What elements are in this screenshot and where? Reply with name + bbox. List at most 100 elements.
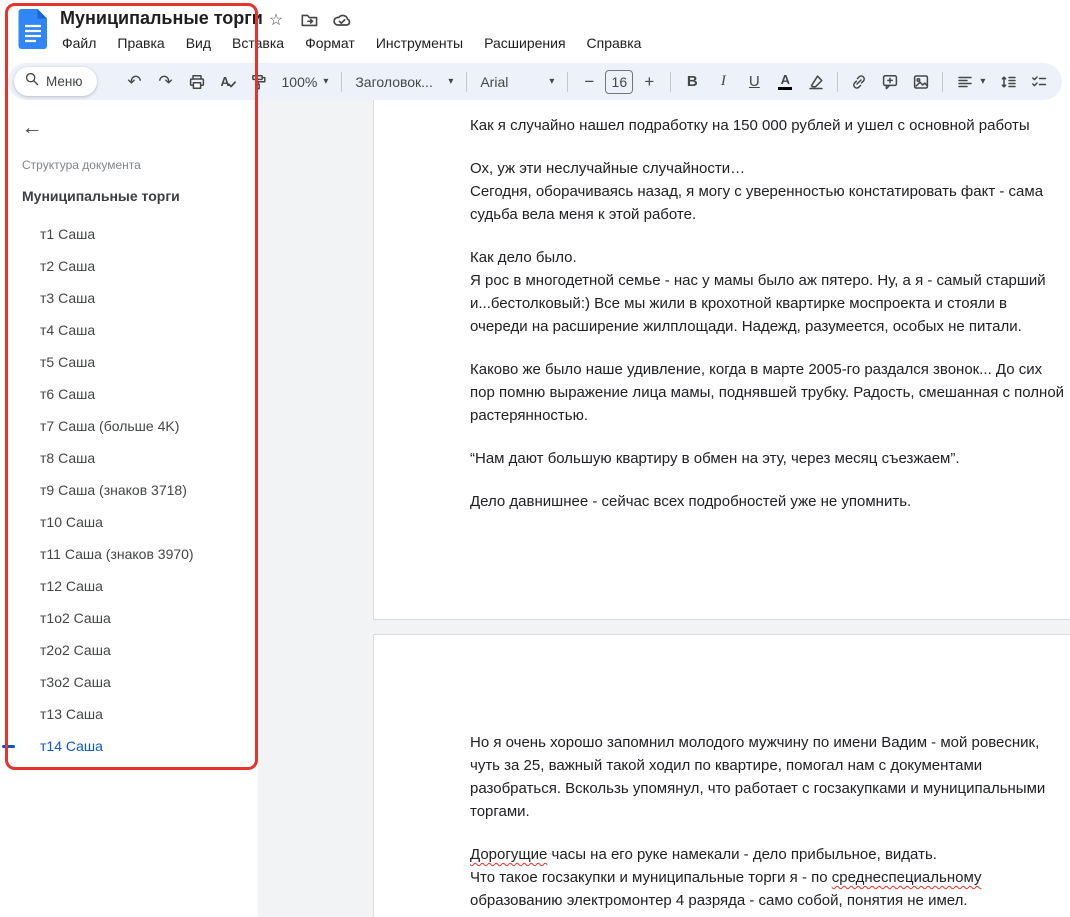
outline-item[interactable]: т3 Саша [0,282,258,314]
google-docs-window: Муниципальные торги ☆ Файл Правка Вид Вс… [0,0,1070,917]
chevron-down-icon: ▾ [980,76,986,87]
text-run: Как я случайно нашел подработку на 150 0… [470,117,1030,134]
menu-edit[interactable]: Правка [109,32,172,54]
menu-help[interactable]: Справка [579,32,650,54]
increase-font-size-button[interactable]: + [634,67,664,97]
document-page-1[interactable]: Как я случайно нашел подработку на 150 0… [373,100,1070,620]
document-title[interactable]: Муниципальные торги [60,8,263,29]
toolbar-divider [670,71,672,92]
toolbar: Меню ↶ ↷ A 100% ▾ Заголовок... ▾ Arial ▾… [8,63,1062,100]
menu-extensions[interactable]: Расширения [476,32,573,54]
paragraph: Но я очень хорошо запомнил молодого мужч… [470,731,1066,823]
outline-item[interactable]: т9 Саша (знаков 3718) [0,474,258,506]
paragraph: Ох, уж эти неслучайные случайности… Сегод… [470,157,1066,226]
page-2-text[interactable]: Но я очень хорошо запомнил молодого мужч… [374,635,1070,917]
outline-item[interactable]: т1о2 Саша [0,602,258,634]
bold-button[interactable]: B [677,67,707,97]
zoom-select[interactable]: 100% ▾ [275,67,336,97]
misspelled-word: Дорогущие [470,846,548,863]
redo-button[interactable]: ↷ [151,67,181,97]
spellcheck-button[interactable]: A [213,67,243,97]
outline-item[interactable]: т11 Саша (знаков 3970) [0,538,258,570]
outline-item[interactable]: т3о2 Саша [0,666,258,698]
paragraph: Дело давнишнее - сейчас всех подробносте… [470,490,1066,513]
paragraph: Дорогущие часы на его руке намекали - де… [470,843,1066,912]
star-icon[interactable]: ☆ [266,10,286,30]
outline-panel-label: Структура документа [22,158,141,172]
insert-image-button[interactable] [906,67,936,97]
menu-format[interactable]: Формат [297,32,363,54]
move-folder-icon[interactable] [299,10,319,30]
outline-item[interactable]: т8 Саша [0,442,258,474]
header: Муниципальные торги ☆ Файл Правка Вид Вс… [0,0,1070,100]
zoom-value: 100% [281,73,318,90]
paragraph: “Нам дают большую квартиру в обмен на эт… [470,447,1066,470]
outline-heading[interactable]: Муниципальные торги [22,188,180,204]
menu-insert[interactable]: Вставка [224,32,292,54]
menubar: Файл Правка Вид Вставка Формат Инструмен… [54,32,649,54]
outline-item[interactable]: т1 Саша [0,218,258,250]
outline-list: т1 Саша т2 Саша т3 Саша т4 Саша т5 Саша т6 Са… [0,218,258,762]
print-button[interactable] [182,67,212,97]
add-comment-button[interactable] [875,67,905,97]
active-outline-indicator [2,745,15,748]
close-outline-button[interactable]: ← [16,112,48,144]
outline-item[interactable]: т13 Саша [0,698,258,730]
outline-item[interactable]: т4 Саша [0,314,258,346]
cloud-status-icon [332,10,352,30]
text-run: Сегодня, оборачиваясь назад, я могу с ув… [470,183,1044,223]
menu-view[interactable]: Вид [178,32,219,54]
outline-item[interactable]: т2 Саша [0,250,258,282]
paragraph: Как дело было. Я рос в многодетной семье … [470,246,1066,338]
align-select[interactable]: ▾ [949,67,992,97]
font-size-input[interactable]: 16 [605,69,634,94]
outline-item[interactable]: т6 Саша [0,378,258,410]
highlight-color-button[interactable] [801,67,831,97]
outline-panel: ← Структура документа Муниципальные торг… [0,100,258,917]
text-run: образованию электромонтер 4 разряда - са… [470,892,968,909]
paragraph: Как я случайно нашел подработку на 150 0… [470,114,1066,137]
menu-file[interactable]: Файл [54,32,104,54]
text-run: Ох, уж эти неслучайные случайности… [470,160,746,177]
text-run: Как дело было. [470,249,577,266]
menu-tools[interactable]: Инструменты [368,32,471,54]
paint-format-button[interactable] [244,67,274,97]
font-family-value: Arial [480,73,509,90]
text-color-button[interactable]: A [770,67,800,97]
paragraph: Каково же было наше удивление, когда в м… [470,358,1066,427]
toolbar-divider [837,71,839,92]
document-page-2[interactable]: Но я очень хорошо запомнил молодого мужч… [373,634,1070,917]
decrease-font-size-button[interactable]: − [574,67,604,97]
search-icon [24,71,40,92]
text-run: Каково же было наше удивление, когда в м… [470,361,1065,424]
font-family-select[interactable]: Arial ▾ [473,67,561,97]
paragraph-style-value: Заголовок... [355,73,433,90]
toolbar-divider [341,71,343,92]
insert-link-button[interactable] [844,67,874,97]
undo-button[interactable]: ↶ [120,67,150,97]
outline-item[interactable]: т7 Саша (больше 4K) [0,410,258,442]
page-1-text[interactable]: Как я случайно нашел подработку на 150 0… [374,100,1070,513]
text-run: Дело давнишнее - сейчас всех подробносте… [470,493,912,510]
outline-item[interactable]: т14 Саша [0,730,258,762]
toolbar-divider [942,71,944,92]
chevron-down-icon: ▾ [549,76,555,87]
outline-item[interactable]: т10 Саша [0,506,258,538]
misspelled-word: среднеспециальному [831,869,982,886]
italic-button[interactable]: I [708,67,738,97]
menu-search-button[interactable]: Меню [14,67,97,96]
outline-item[interactable]: т12 Саша [0,570,258,602]
docs-logo-icon[interactable] [18,8,48,50]
outline-item[interactable]: т2о2 Саша [0,634,258,666]
underline-button[interactable]: U [739,67,769,97]
checklist-button[interactable] [1024,67,1054,97]
text-run: Но я очень хорошо запомнил молодого мужч… [470,734,1046,820]
paragraph-style-select[interactable]: Заголовок... ▾ [348,67,460,97]
text-run: Что такое госзакупки и муниципальные тор… [470,869,832,886]
back-arrow-icon: ← [21,116,43,139]
line-spacing-button[interactable] [993,67,1023,97]
text-run: Я рос в многодетной семье - нас у мамы б… [470,272,1046,335]
document-canvas: Как я случайно нашел подработку на 150 0… [258,100,1070,917]
outline-item[interactable]: т5 Саша [0,346,258,378]
text-run: часы на его руке намекали - дело прибыль… [547,846,937,863]
